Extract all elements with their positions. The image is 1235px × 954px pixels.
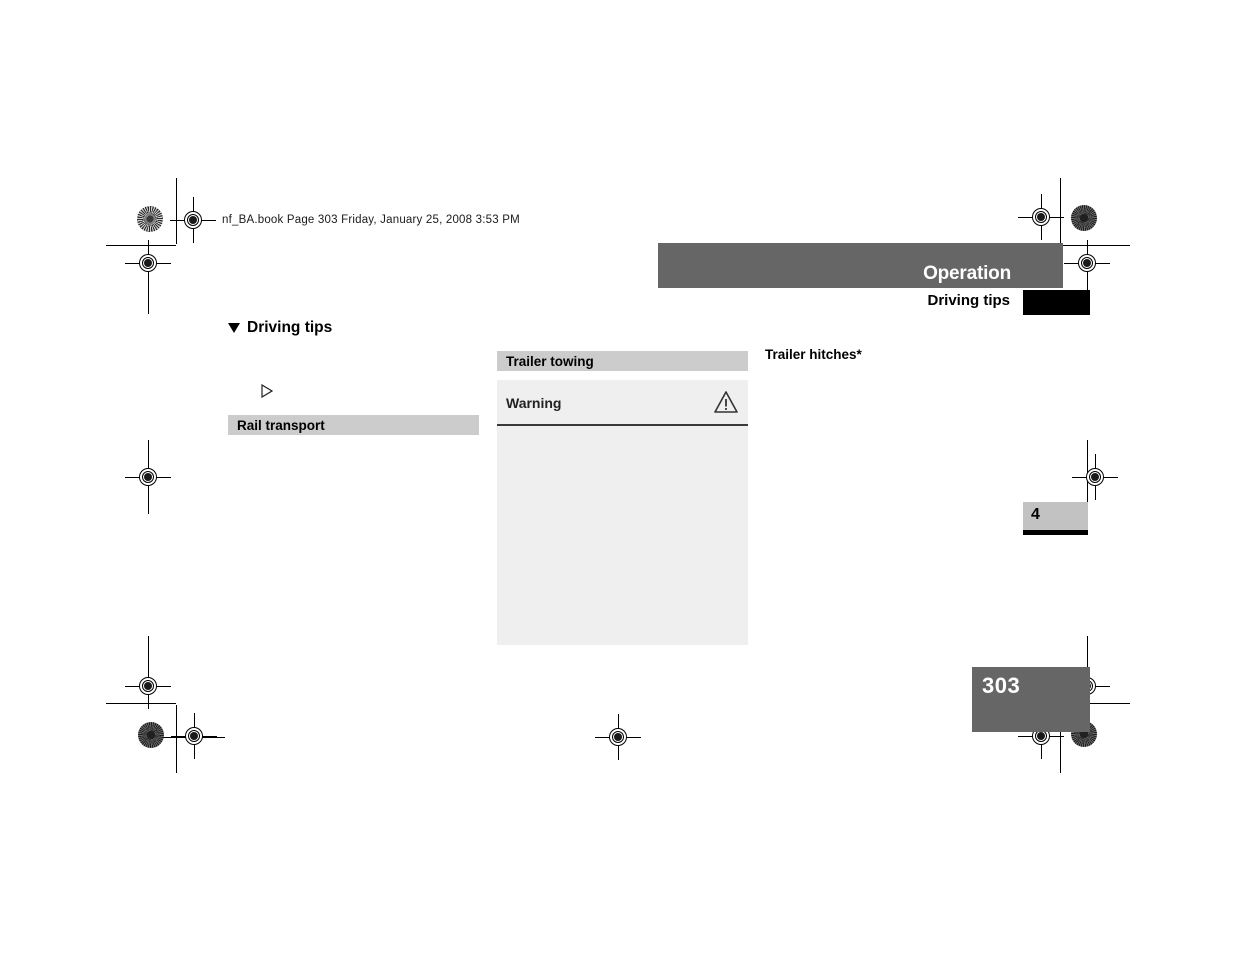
- warning-triangle-icon: [713, 390, 739, 414]
- subsection-label: Rail transport: [237, 417, 325, 433]
- page-title-label: Driving tips: [247, 319, 333, 336]
- triangle-right-outline-icon: [261, 383, 274, 399]
- halftone-density-patch-icon: [1071, 205, 1097, 231]
- header-black-block: [1023, 290, 1090, 315]
- crop-mark-line: [176, 178, 177, 244]
- file-info-line: nf_BA.book Page 303 Friday, January 25, …: [222, 214, 520, 226]
- registration-target-icon: [1064, 240, 1110, 286]
- header-section-title: Driving tips: [927, 292, 1010, 309]
- registration-target-icon: [1072, 454, 1118, 500]
- crop-mark-line: [106, 703, 176, 704]
- registration-target-icon: [125, 663, 171, 709]
- triangle-down-icon: [228, 323, 240, 333]
- chapter-number: 4: [1031, 506, 1040, 523]
- chapter-title: Operation: [923, 263, 1011, 284]
- page-title: Driving tips: [228, 319, 332, 337]
- registration-target-icon: [125, 240, 171, 286]
- registration-target-icon: [171, 713, 217, 759]
- crop-mark-line: [106, 245, 176, 246]
- registration-target-icon: [170, 197, 216, 243]
- folio-block: 303: [972, 667, 1090, 732]
- crop-mark-line: [1060, 178, 1061, 244]
- registration-target-icon: [595, 714, 641, 760]
- page-number: 303: [982, 673, 1021, 698]
- warning-title: Warning: [506, 395, 562, 411]
- crop-mark-line: [176, 705, 177, 773]
- manual-page: nf_BA.book Page 303 Friday, January 25, …: [0, 0, 1235, 954]
- subsection-bar-rail-transport: Rail transport: [228, 415, 479, 435]
- halftone-density-patch-icon: [138, 722, 164, 748]
- chapter-tab: 4: [1023, 502, 1088, 530]
- subsection-bar-trailer-towing: Trailer towing: [497, 351, 748, 371]
- registration-target-icon: [125, 454, 171, 500]
- header-subsection: Driving tips: [900, 290, 1090, 316]
- halftone-density-patch-icon: [137, 206, 163, 232]
- crop-mark-line: [1063, 245, 1130, 246]
- subsection-label: Trailer towing: [506, 353, 594, 369]
- chapter-tab-rule: [1023, 530, 1088, 535]
- registration-target-icon: [1018, 194, 1064, 240]
- warning-box: Warning: [497, 380, 748, 645]
- chapter-header-band: Operation: [658, 243, 1063, 288]
- trailer-hitches-heading: Trailer hitches*: [765, 347, 862, 362]
